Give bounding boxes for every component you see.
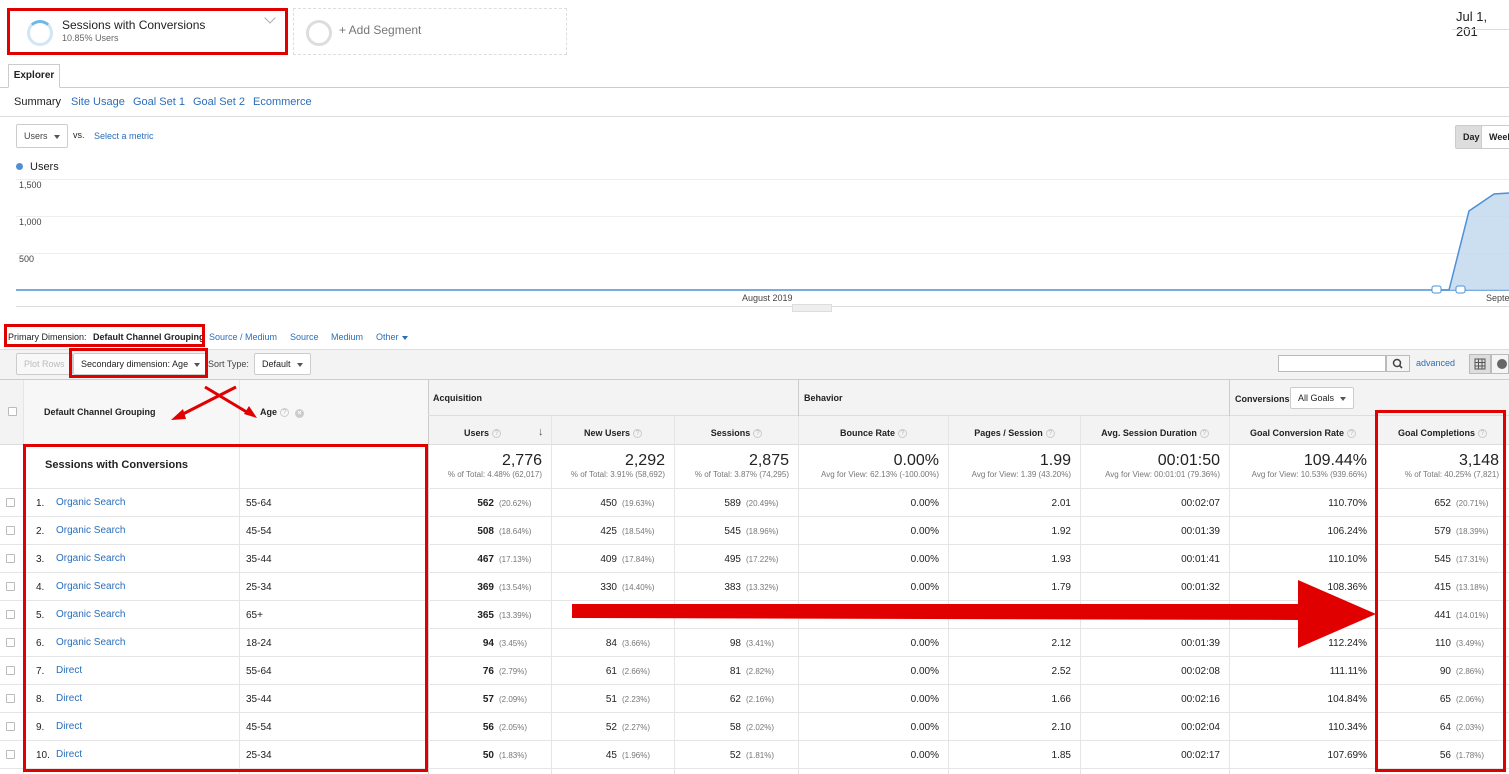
tab-explorer[interactable]: Explorer (8, 64, 60, 88)
annotation-arrowhead-right (244, 406, 257, 418)
annotation-arrowhead-left (171, 409, 186, 420)
annotation-big-arrow (572, 580, 1376, 648)
annotation-arrows (171, 385, 1376, 648)
